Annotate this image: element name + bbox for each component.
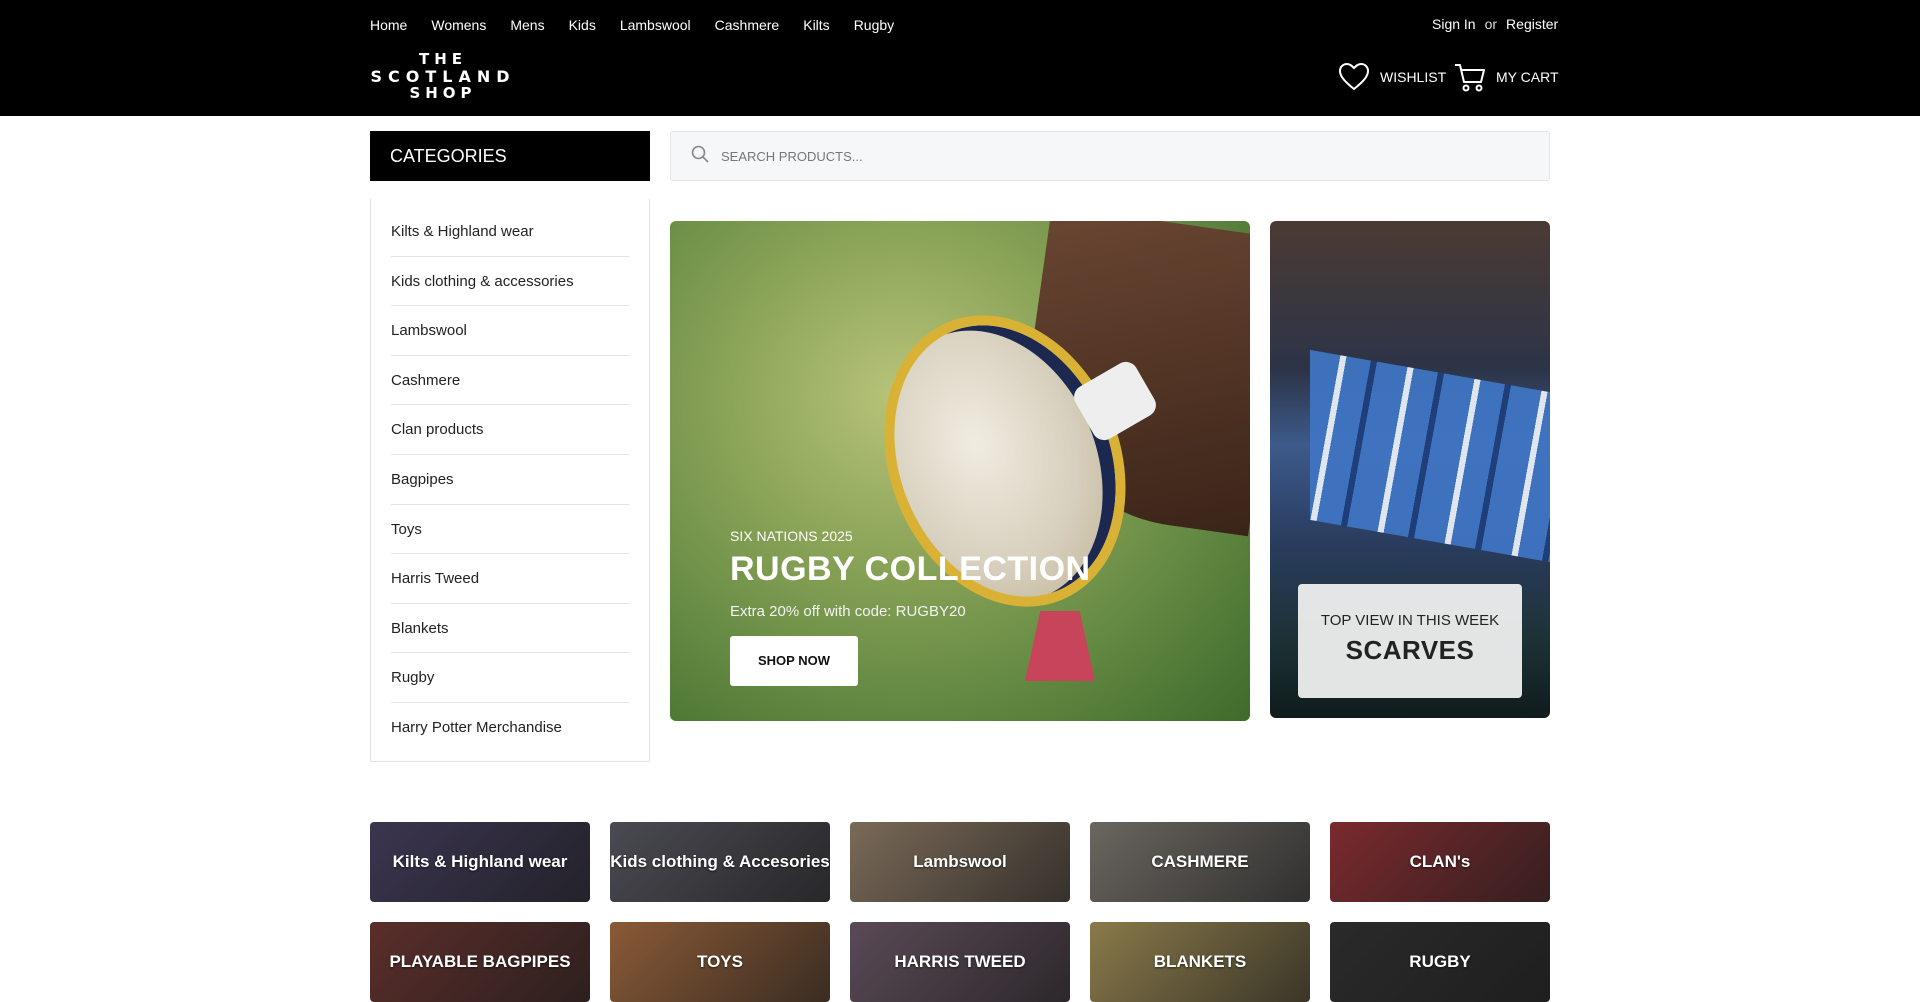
nav-kilts[interactable]: Kilts — [803, 17, 829, 33]
hero-banner[interactable]: SIX NATIONS 2025 RUGBY COLLECTION Extra … — [670, 221, 1250, 721]
nav-rugby[interactable]: Rugby — [854, 17, 894, 33]
tile-kilts[interactable]: Kilts & Highland wear — [370, 822, 590, 902]
category-toys[interactable]: Toys — [391, 505, 629, 555]
nav-womens[interactable]: Womens — [431, 17, 486, 33]
tile-blankets[interactable]: BLANKETS — [1090, 922, 1310, 1002]
tile-toys[interactable]: TOYS — [610, 922, 830, 1002]
tile-rugby[interactable]: RUGBY — [1330, 922, 1550, 1002]
nav-kids[interactable]: Kids — [569, 17, 596, 33]
shop-now-button[interactable]: SHOP NOW — [730, 636, 858, 686]
wishlist-button[interactable]: WISHLIST — [1338, 62, 1446, 92]
tile-cashmere[interactable]: CASHMERE — [1090, 822, 1310, 902]
nav-home[interactable]: Home — [370, 17, 407, 33]
tile-harris-tweed[interactable]: HARRIS TWEED — [850, 922, 1070, 1002]
cart-label: MY CART — [1496, 69, 1559, 85]
category-kids[interactable]: Kids clothing & accessories — [391, 257, 629, 307]
search-input[interactable] — [721, 148, 1521, 164]
promo-image-scarf — [1310, 349, 1550, 563]
hero-title: RUGBY COLLECTION — [730, 550, 1091, 588]
logo-line-2: SCOTLAND — [370, 67, 516, 86]
category-clan[interactable]: Clan products — [391, 405, 629, 455]
category-kilts[interactable]: Kilts & Highland wear — [391, 207, 629, 257]
promo-kicker: TOP VIEW IN THIS WEEK — [1320, 612, 1500, 629]
wishlist-label: WISHLIST — [1380, 69, 1447, 85]
category-cashmere[interactable]: Cashmere — [391, 356, 629, 406]
tile-kids[interactable]: Kids clothing & Accesories — [610, 822, 830, 902]
tile-clans[interactable]: CLAN's — [1330, 822, 1550, 902]
tile-lambswool[interactable]: Lambswool — [850, 822, 1070, 902]
category-rugby[interactable]: Rugby — [391, 653, 629, 703]
hero-text: SIX NATIONS 2025 RUGBY COLLECTION Extra … — [730, 528, 1091, 686]
promo-title: SCARVES — [1345, 635, 1475, 665]
tile-bagpipes[interactable]: PLAYABLE BAGPIPES — [370, 922, 590, 1002]
site-logo[interactable]: THE SCOTLAND SHOP — [370, 51, 516, 102]
category-bagpipes[interactable]: Bagpipes — [391, 455, 629, 505]
category-harris-tweed[interactable]: Harris Tweed — [391, 554, 629, 604]
heart-icon — [1338, 62, 1370, 92]
scarves-promo[interactable]: TOP VIEW IN THIS WEEK SCARVES — [1270, 221, 1550, 718]
logo-line-1: THE — [418, 50, 468, 68]
category-lambswool[interactable]: Lambswool — [391, 306, 629, 356]
search-bar — [670, 131, 1550, 181]
auth-links: Sign In or Register — [1432, 16, 1558, 32]
hero-subtitle: Extra 20% off with code: RUGBY20 — [730, 603, 966, 620]
categories-list: Kilts & Highland wear Kids clothing & ac… — [370, 199, 650, 762]
cart-icon — [1454, 62, 1486, 92]
top-nav: Home Womens Mens Kids Lambswool Cashmere… — [370, 17, 918, 33]
hero-kicker: SIX NATIONS 2025 — [730, 528, 853, 544]
sign-in-link[interactable]: Sign In — [1432, 16, 1476, 32]
register-link[interactable]: Register — [1506, 16, 1558, 32]
logo-line-3: SHOP — [409, 84, 477, 102]
site-header: Home Womens Mens Kids Lambswool Cashmere… — [0, 0, 1920, 116]
cart-button[interactable]: MY CART — [1454, 62, 1559, 92]
search-icon[interactable] — [691, 145, 709, 168]
nav-lambswool[interactable]: Lambswool — [620, 17, 691, 33]
categories-heading: CATEGORIES — [370, 131, 650, 181]
category-blankets[interactable]: Blankets — [391, 604, 629, 654]
auth-separator: or — [1484, 16, 1498, 32]
category-harry-potter[interactable]: Harry Potter Merchandise — [391, 703, 629, 753]
nav-mens[interactable]: Mens — [510, 17, 544, 33]
nav-cashmere[interactable]: Cashmere — [715, 17, 780, 33]
promo-caption: TOP VIEW IN THIS WEEK SCARVES — [1298, 584, 1522, 698]
